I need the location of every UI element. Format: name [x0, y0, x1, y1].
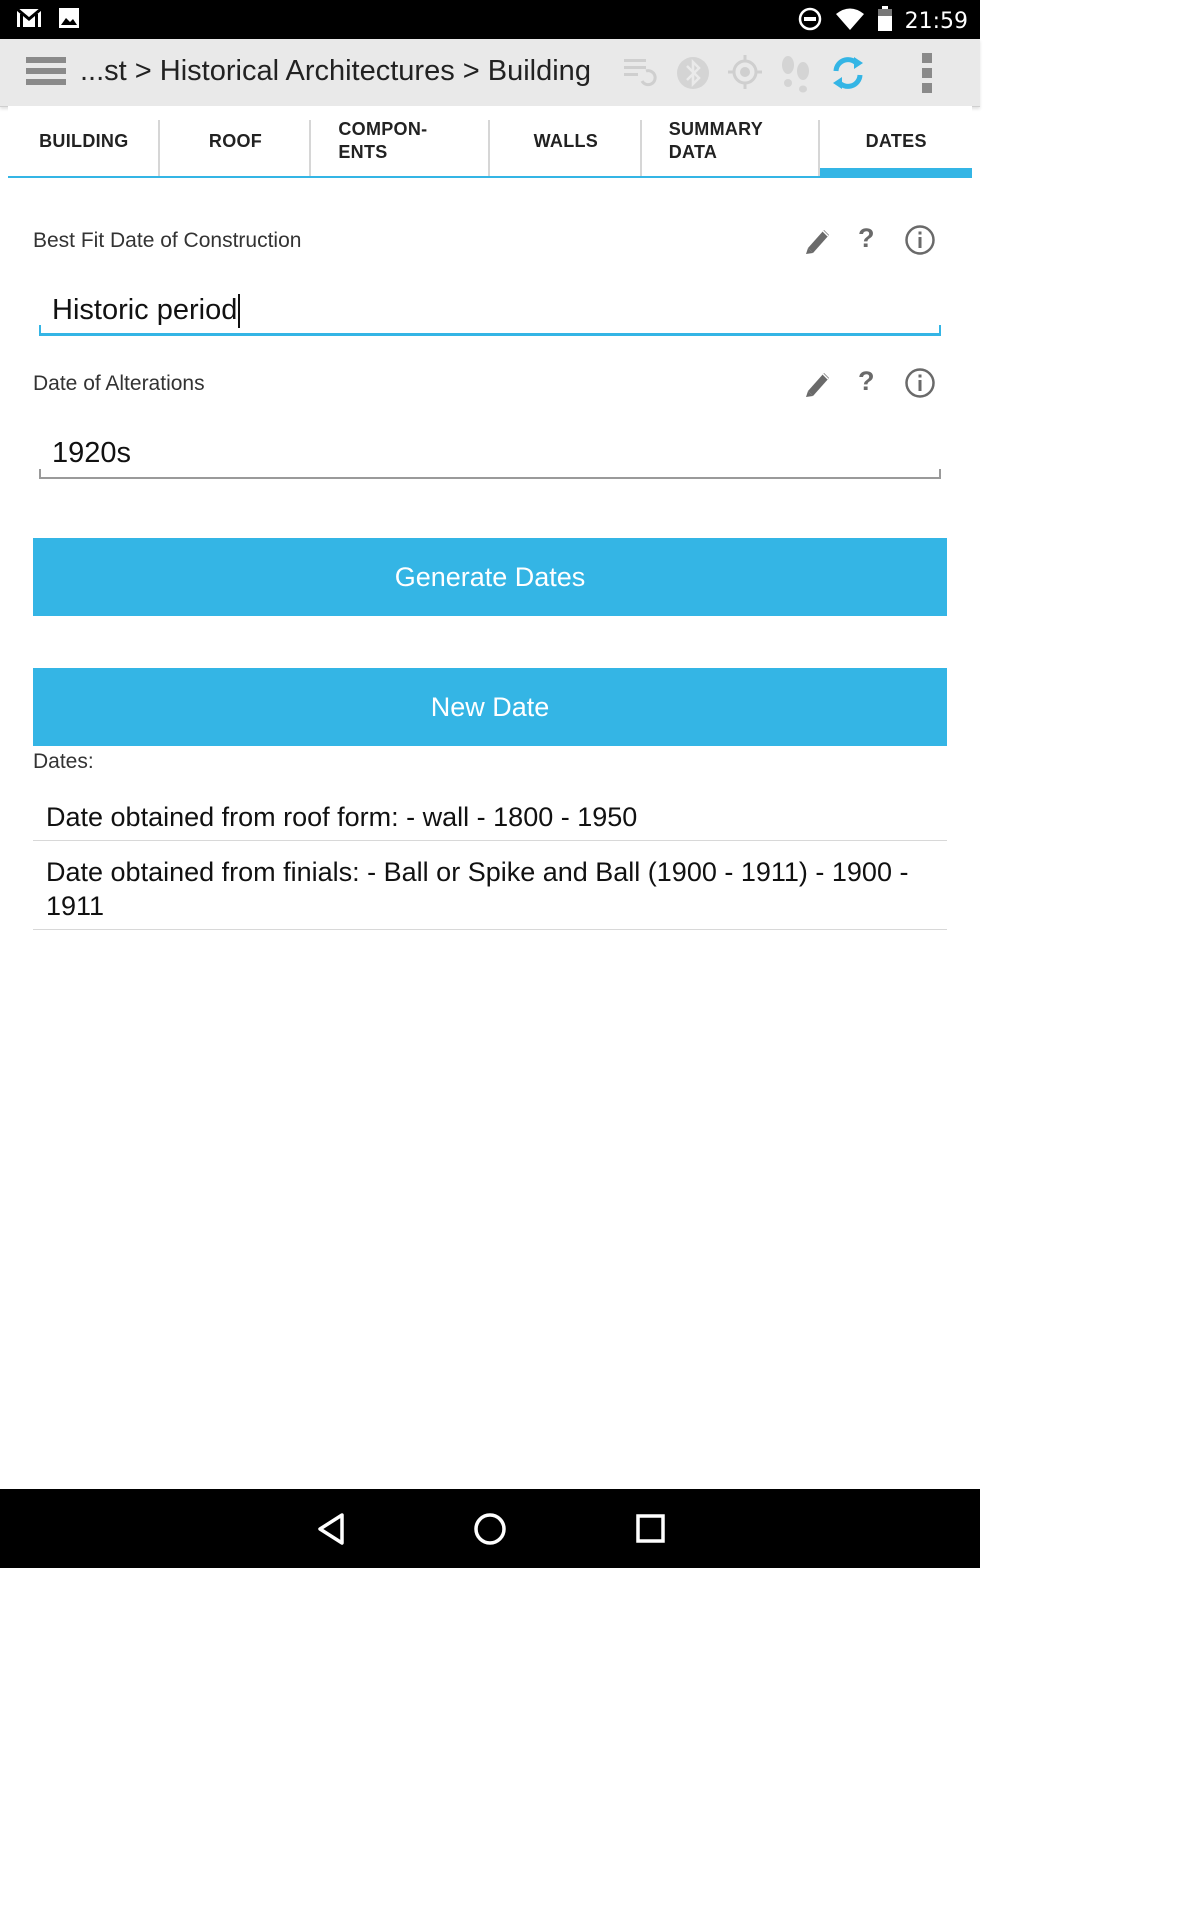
tab-roof[interactable]: ROOF	[160, 106, 312, 176]
generate-dates-button[interactable]: Generate Dates	[33, 538, 947, 616]
gmail-icon	[16, 7, 42, 33]
sync-icon[interactable]	[828, 53, 868, 98]
breadcrumb[interactable]: ...st > Historical Architectures > Build…	[80, 55, 591, 88]
home-icon[interactable]	[472, 1511, 508, 1552]
info-icon[interactable]	[904, 224, 936, 261]
help-icon[interactable]: ?	[858, 366, 875, 397]
tab-label-line2: ENTS	[338, 142, 388, 162]
dates-list: Date obtained from roof form: - wall - 1…	[33, 786, 947, 930]
status-bar: 21:59	[0, 0, 980, 39]
bluetooth-icon[interactable]	[676, 53, 710, 98]
navigation-bar	[0, 1489, 980, 1568]
do-not-disturb-icon	[797, 6, 823, 37]
alterations-date-value: 1920s	[52, 437, 132, 469]
back-icon[interactable]	[314, 1511, 348, 1552]
tab-label: WALLS	[533, 130, 599, 151]
tab-walls[interactable]: WALLS	[490, 106, 642, 176]
pencil-icon[interactable]	[802, 367, 832, 404]
construction-field-actions: ?	[800, 223, 940, 261]
construction-date-value: Historic period	[52, 294, 238, 326]
tab-label: DATES	[865, 130, 927, 151]
construction-date-label: Best Fit Date of Construction	[33, 229, 302, 252]
pencil-icon[interactable]	[802, 224, 832, 261]
info-icon[interactable]	[904, 367, 936, 404]
text-cursor	[238, 294, 241, 329]
tab-components[interactable]: COMPON- ENTS	[311, 106, 491, 176]
tab-label: BUILDING	[39, 130, 129, 151]
tab-label: ROOF	[208, 130, 263, 151]
menu-icon[interactable]	[26, 57, 66, 89]
list-item[interactable]: Date obtained from finials: - Ball or Sp…	[33, 841, 947, 930]
list-item[interactable]: Date obtained from roof form: - wall - 1…	[33, 786, 947, 841]
wifi-icon	[835, 7, 865, 36]
tab-building[interactable]: BUILDING	[8, 106, 160, 176]
action-bar: ...st > Historical Architectures > Build…	[0, 39, 980, 107]
battery-icon	[877, 6, 893, 37]
gps-target-icon[interactable]	[726, 53, 764, 96]
tab-label-line2: DATA	[668, 142, 718, 162]
dates-label: Dates:	[33, 750, 94, 773]
construction-date-input[interactable]: Historic period	[39, 290, 941, 336]
overflow-menu-icon[interactable]	[918, 51, 936, 100]
alterations-date-label: Date of Alterations	[33, 372, 205, 395]
recents-icon[interactable]	[634, 1511, 668, 1552]
tab-bar: BUILDING ROOF COMPON- ENTS WALLS SUMMARY D…	[8, 106, 973, 178]
tab-summary-data[interactable]: SUMMARY DATA	[642, 106, 821, 176]
tab-dates[interactable]: DATES	[820, 106, 973, 176]
image-icon	[58, 7, 80, 34]
tab-label-line1: SUMMARY	[668, 119, 764, 139]
list-sync-icon[interactable]	[622, 53, 658, 94]
footsteps-icon[interactable]	[778, 53, 814, 98]
alterations-field-actions: ?	[800, 366, 940, 404]
tab-label-line1: COMPON-	[338, 119, 428, 139]
alterations-date-input[interactable]: 1920s	[39, 433, 941, 479]
help-icon[interactable]: ?	[858, 223, 875, 254]
clock: 21:59	[904, 9, 968, 34]
new-date-button[interactable]: New Date	[33, 668, 947, 746]
